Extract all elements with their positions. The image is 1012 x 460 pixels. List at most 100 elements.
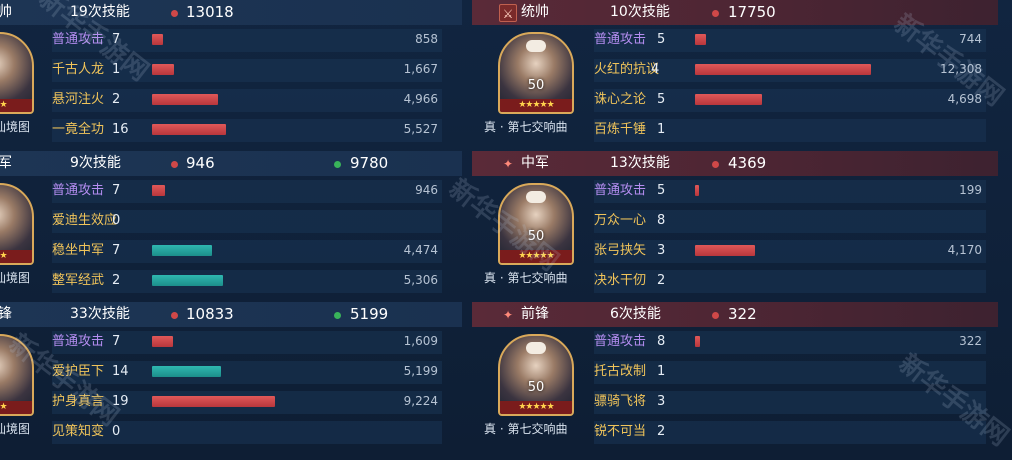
skill-row: 百炼千锤 1 xyxy=(594,117,998,142)
damage-bar xyxy=(152,64,175,75)
skill-row: 护身真言 19 9,224 xyxy=(52,389,462,414)
left-panel-0: 帅 19次技能 13018 ★★★ 仙境图 普通攻击 7 858 千古人龙 1 1,667 悬河注火 2… xyxy=(0,0,462,151)
damage-dot-icon xyxy=(712,312,719,319)
skill-use-count: 3 xyxy=(657,394,666,409)
skill-value: 4,474 xyxy=(403,243,438,257)
skill-name: 张弓挟矢 xyxy=(594,243,647,258)
skill-use-count: 16 xyxy=(112,122,129,137)
skill-value: 199 xyxy=(959,183,982,197)
skill-use-count: 1 xyxy=(657,122,666,137)
skill-name: 百炼千锤 xyxy=(594,122,647,137)
tactic-card-name: 真 · 第七交响曲 xyxy=(484,271,568,285)
hero-portrait[interactable]: 50 ★★★★★ xyxy=(498,334,574,416)
hero-level: 50 xyxy=(527,78,545,93)
skill-use-count: 7 xyxy=(112,243,121,258)
row-background xyxy=(52,421,442,444)
skill-row: 火红的抗议 4 12,308 xyxy=(594,57,998,82)
skill-name: 诛心之论 xyxy=(594,92,647,107)
hero-stars: ★★★★★ xyxy=(500,401,572,414)
role-name: 锋 xyxy=(0,306,12,322)
skill-row: 爱迪生效应 0 xyxy=(52,208,462,233)
skill-row: 普通攻击 7 1,609 xyxy=(52,329,462,354)
skill-value: 9,224 xyxy=(403,394,438,408)
skill-name: 普通攻击 xyxy=(52,334,105,349)
damage-total: 13018 xyxy=(186,3,234,21)
hero-portrait[interactable]: ★★★ xyxy=(0,32,34,114)
hero-portrait[interactable]: 50 ★★★★★ xyxy=(498,183,574,265)
skill-row: 托古改制 1 xyxy=(594,359,998,384)
role-name: 帅 xyxy=(0,4,12,20)
hero-badge-icon xyxy=(526,40,546,52)
heal-bar xyxy=(152,275,223,286)
skill-row: 张弓挟矢 3 4,170 xyxy=(594,238,998,263)
heal-bar xyxy=(152,245,212,256)
skill-count: 19次技能 xyxy=(70,4,130,20)
skill-name: 万众一心 xyxy=(594,213,647,228)
skill-value: 1,609 xyxy=(403,334,438,348)
damage-dot-icon xyxy=(171,312,178,319)
skill-value: 5,527 xyxy=(403,122,438,136)
skill-row: 普通攻击 5 744 xyxy=(594,27,998,52)
skill-use-count: 5 xyxy=(657,92,666,107)
skill-name: 普通攻击 xyxy=(594,183,647,198)
skill-row: 普通攻击 7 858 xyxy=(52,27,462,52)
hero-portrait[interactable]: ★★★ xyxy=(0,334,34,416)
skill-use-count: 1 xyxy=(112,62,121,77)
skill-row: 普通攻击 5 199 xyxy=(594,178,998,203)
hero-stars: ★★★ xyxy=(0,99,32,112)
hero-stars: ★★★★★ xyxy=(500,99,572,112)
panel-header: 军 9次技能 946 9780 xyxy=(0,151,462,176)
skill-count: 6次技能 xyxy=(610,306,661,322)
spark-icon: ✦ xyxy=(502,157,514,171)
skill-row: 诛心之论 5 4,698 xyxy=(594,87,998,112)
skill-use-count: 4 xyxy=(651,62,660,77)
damage-bar xyxy=(152,185,165,196)
row-background xyxy=(594,361,986,384)
damage-bar xyxy=(695,64,871,75)
skill-row: 整军经武 2 5,306 xyxy=(52,268,462,293)
right-panel-2: ✦ 前锋 6次技能 322 50 ★★★★★ 真 · 第七交响曲 普通攻击 8 322 托古改制 1 骠… xyxy=(472,302,998,453)
hero-stars: ★★★ xyxy=(0,401,32,414)
left-panel-2: 锋 33次技能 10833 5199 ★★★ 仙境图 普通攻击 7 1,609 爱护臣下 14 5,1… xyxy=(0,302,462,453)
skill-use-count: 0 xyxy=(112,424,121,439)
left-panel-1: 军 9次技能 946 9780 ★★★ 仙境图 普通攻击 7 946 爱迪生效应0 稳坐中军 7 4,4… xyxy=(0,151,462,302)
panel-header: ✦ 中军 13次技能 4369 xyxy=(472,151,998,176)
right-panel-1: ✦ 中军 13次技能 4369 50 ★★★★★ 真 · 第七交响曲 普通攻击 5 199 万众一心… xyxy=(472,151,998,302)
heal-bar xyxy=(152,366,221,377)
tactic-card-name: 仙境图 xyxy=(0,422,31,436)
damage-bar xyxy=(152,34,164,45)
skill-name: 普通攻击 xyxy=(52,183,105,198)
skill-value: 12,308 xyxy=(940,62,982,76)
panel-header: ⚔ 统帅 10次技能 17750 xyxy=(472,0,998,25)
skill-row: 爱护臣下 14 5,199 xyxy=(52,359,462,384)
damage-bar xyxy=(152,94,219,105)
skill-name: 千古人龙 xyxy=(52,62,105,77)
sword-icon: ⚔ xyxy=(499,4,517,22)
skill-name: 整军经武 xyxy=(52,273,105,288)
heal-total: 5199 xyxy=(350,305,389,323)
damage-bar xyxy=(152,336,174,347)
skill-use-count: 2 xyxy=(657,424,666,439)
skill-name: 托古改制 xyxy=(594,364,647,379)
skill-use-count: 2 xyxy=(112,92,121,107)
skill-value: 858 xyxy=(415,32,438,46)
hero-stars: ★★★★★ xyxy=(500,250,572,263)
row-background xyxy=(594,270,986,293)
skill-use-count: 2 xyxy=(112,273,121,288)
panel-header: 帅 19次技能 13018 xyxy=(0,0,462,25)
hero-portrait[interactable]: ★★★ xyxy=(0,183,34,265)
hero-badge-icon xyxy=(526,191,546,203)
skill-use-count: 0 xyxy=(112,213,121,228)
skill-value: 5,306 xyxy=(403,273,438,287)
skill-use-count: 3 xyxy=(657,243,666,258)
heal-dot-icon xyxy=(334,161,341,168)
hero-portrait[interactable]: 50 ★★★★★ xyxy=(498,32,574,114)
skill-use-count: 8 xyxy=(657,334,666,349)
skill-use-count: 7 xyxy=(112,32,121,47)
skill-row: 决水干仞 2 xyxy=(594,268,998,293)
skill-use-count: 5 xyxy=(657,183,666,198)
tactic-card-name: 仙境图 xyxy=(0,271,31,285)
skill-name: 悬河注火 xyxy=(52,92,105,107)
damage-dot-icon xyxy=(712,10,719,17)
skill-use-count: 2 xyxy=(657,273,666,288)
